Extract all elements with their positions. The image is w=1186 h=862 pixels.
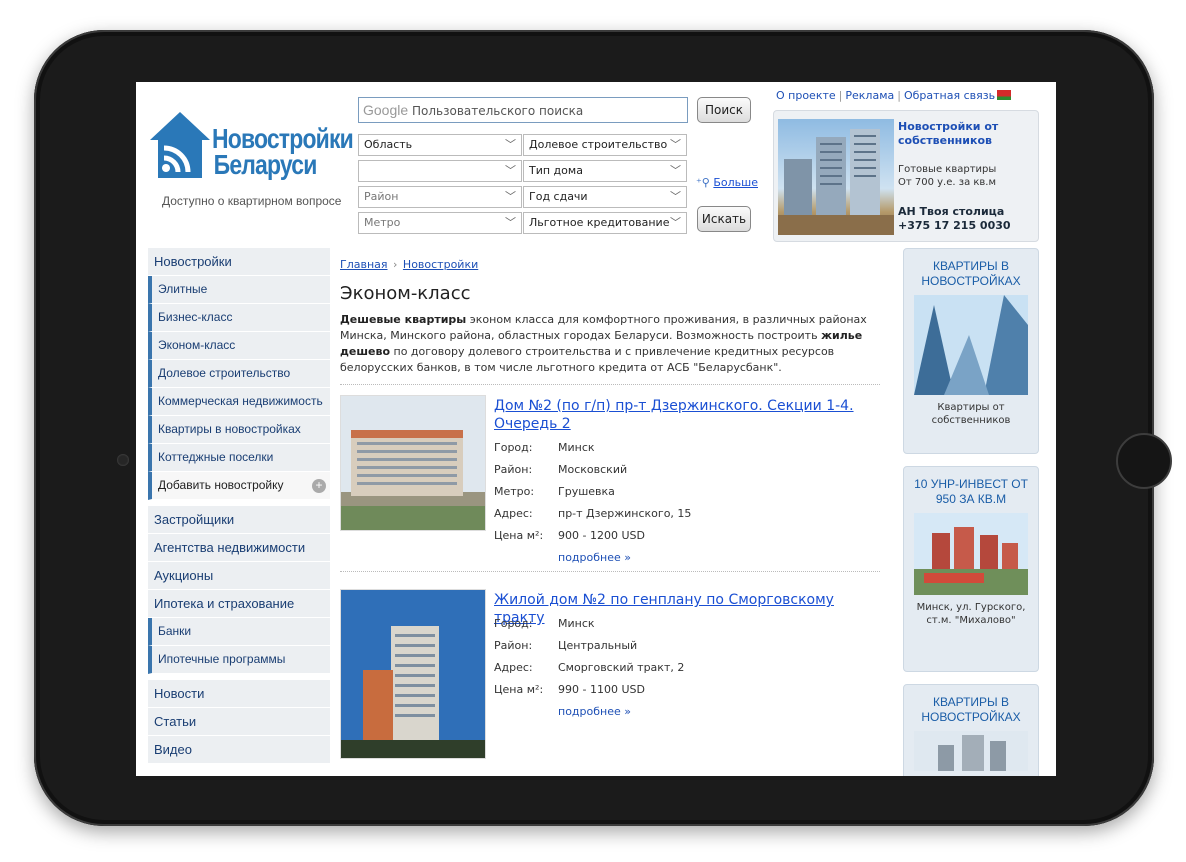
belarus-flag-icon[interactable]	[997, 90, 1012, 100]
right-ad-image	[914, 295, 1028, 395]
sidebar-item-agencies[interactable]: Агентства недвижимости	[148, 534, 330, 562]
listing-price: Цена м²: 990 - 1100 USD	[494, 683, 645, 696]
chevron-down-icon: ﹀	[505, 216, 516, 229]
chevron-down-icon: ﹀	[505, 138, 516, 151]
listing-more-link[interactable]: подробнее »	[558, 705, 631, 718]
house-wifi-icon	[150, 112, 210, 178]
house-type-select[interactable]: Тип дома ﹀	[523, 160, 687, 182]
sidebar-item-mortgage[interactable]: Ипотека и страхование	[148, 590, 330, 618]
ad-text: Готовые квартиры От 700 у.е. за кв.м	[898, 164, 997, 188]
sidebar-item-mortgage-programs[interactable]: Ипотечные программы	[148, 646, 330, 674]
camera-icon	[117, 454, 129, 466]
logo-tagline: Доступно о квартирном вопросе	[162, 194, 342, 208]
sidebar-item-developers[interactable]: Застройщики	[148, 506, 330, 534]
chevron-down-icon: ﹀	[670, 190, 681, 203]
right-ad-title: КВАРТИРЫ В НОВОСТРОЙКАХ	[921, 695, 1021, 724]
district-select[interactable]: Район ﹀	[358, 186, 522, 208]
top-ad-banner[interactable]: Новостройки от собственников Готовые ква…	[773, 110, 1039, 242]
right-ad-apartments-2[interactable]: КВАРТИРЫ В НОВОСТРОЙКАХ	[903, 684, 1039, 776]
search-button[interactable]: Поиск	[697, 97, 751, 123]
preferential-credit-select[interactable]: Льготное кредитование ﹀	[523, 212, 687, 234]
ad-building-image	[778, 119, 894, 235]
listing-address: Адрес: Сморговский тракт, 2	[494, 661, 685, 674]
google-label: Google	[363, 102, 409, 118]
listing-city: Город: Минск	[494, 441, 595, 454]
chevron-down-icon: ﹀	[670, 216, 681, 229]
listing-thumbnail[interactable]	[340, 589, 486, 759]
shared-construction-select[interactable]: Долевое строительство ﹀	[523, 134, 687, 156]
listing-thumbnail[interactable]	[340, 395, 486, 531]
chevron-down-icon: ﹀	[670, 164, 681, 177]
right-ad-caption: Квартиры от собственников	[931, 402, 1011, 426]
sidebar-item-shared-construction[interactable]: Долевое строительство	[148, 360, 330, 388]
feedback-link[interactable]: Обратная связь	[904, 89, 995, 102]
breadcrumb: Главная › Новостройки	[340, 258, 479, 271]
sidebar-nav: Новостройки Элитные Бизнес-класс Эконом-…	[148, 248, 330, 764]
right-ad-image	[914, 513, 1028, 595]
delivery-year-select[interactable]: Год сдачи ﹀	[523, 186, 687, 208]
chevron-down-icon: ﹀	[670, 138, 681, 151]
listing-more-link[interactable]: подробнее »	[558, 551, 631, 564]
magnifier-plus-icon: ⁺⚲	[696, 176, 710, 189]
sidebar-item-commercial[interactable]: Коммерческая недвижимость	[148, 388, 330, 416]
page-title: Эконом-класс	[340, 283, 471, 304]
right-ad-image	[914, 731, 1028, 771]
more-filters-link[interactable]: ⁺⚲ Больше	[696, 176, 758, 189]
breadcrumb-section-link[interactable]: Новостройки	[403, 258, 478, 271]
top-links: О проекте | Реклама | Обратная связь	[776, 89, 1012, 102]
sidebar-item-cottages[interactable]: Коттеджные поселки	[148, 444, 330, 472]
search-input[interactable]: Google Пользовательского поиска	[358, 97, 688, 123]
region-select[interactable]: Область ﹀	[358, 134, 522, 156]
sidebar-item-video[interactable]: Видео	[148, 736, 330, 764]
right-ad-apartments[interactable]: КВАРТИРЫ В НОВОСТРОЙКАХ Квартиры от собс…	[903, 248, 1039, 454]
main-content: Главная › Новостройки Эконом-класс Дешев…	[340, 248, 880, 776]
logo-title: Новостройки Беларуси	[212, 123, 354, 180]
ad-title: Новостройки от собственников	[898, 120, 999, 147]
sidebar-item-auctions[interactable]: Аукционы	[148, 562, 330, 590]
search-placeholder: Пользовательского поиска	[411, 104, 584, 118]
listing-address: Адрес: пр-т Дзержинского, 15	[494, 507, 692, 520]
about-link[interactable]: О проекте	[776, 89, 836, 102]
listing-district: Район: Московский	[494, 463, 628, 476]
listing-price: Цена м²: 900 - 1200 USD	[494, 529, 645, 542]
plus-icon: +	[312, 479, 326, 493]
sidebar-item-novostroyki[interactable]: Новостройки	[148, 248, 330, 276]
sidebar-item-banks[interactable]: Банки	[148, 618, 330, 646]
divider	[340, 571, 880, 572]
sidebar-item-economy[interactable]: Эконом-класс	[148, 332, 330, 360]
find-button[interactable]: Искать	[697, 206, 751, 232]
right-ad-title: 10 УНР-ИНВЕСТ ОТ 950 ЗА КВ.М	[914, 477, 1028, 506]
browser-screen: Новостройки Беларуси Доступно о квартирн…	[136, 82, 1056, 776]
chevron-down-icon: ﹀	[505, 190, 516, 203]
sidebar-item-apartments[interactable]: Квартиры в новостройках	[148, 416, 330, 444]
right-ad-unr-invest[interactable]: 10 УНР-ИНВЕСТ ОТ 950 ЗА КВ.М Минск, ул. …	[903, 466, 1039, 672]
sidebar-item-add-building[interactable]: Добавить новостройку +	[148, 472, 330, 500]
site-logo[interactable]: Новостройки Беларуси Доступно о квартирн…	[146, 108, 354, 218]
home-button[interactable]	[1116, 433, 1172, 489]
metro-select[interactable]: Метро ﹀	[358, 212, 522, 234]
ad-contact: АН Твоя столица +375 17 215 0030	[898, 205, 1011, 232]
listing-metro: Метро: Грушевка	[494, 485, 615, 498]
listing-city: Город: Минск	[494, 617, 595, 630]
right-ad-title: КВАРТИРЫ В НОВОСТРОЙКАХ	[921, 259, 1021, 288]
breadcrumb-home-link[interactable]: Главная	[340, 258, 388, 271]
sidebar-item-elite[interactable]: Элитные	[148, 276, 330, 304]
listing-title-link[interactable]: Дом №2 (по г/п) пр-т Дзержинского. Секци…	[494, 397, 878, 433]
chevron-down-icon: ﹀	[505, 164, 516, 177]
ads-link[interactable]: Реклама	[845, 89, 894, 102]
intro-text: Дешевые квартиры эконом класса для комфо…	[340, 312, 880, 385]
listing-district: Район: Центральный	[494, 639, 638, 652]
sidebar-item-news[interactable]: Новости	[148, 680, 330, 708]
sidebar-item-business[interactable]: Бизнес-класс	[148, 304, 330, 332]
right-ad-caption: Минск, ул. Гурского, ст.м. "Михалово"	[916, 602, 1026, 626]
sidebar-item-articles[interactable]: Статьи	[148, 708, 330, 736]
empty-select[interactable]: ﹀	[358, 160, 522, 182]
